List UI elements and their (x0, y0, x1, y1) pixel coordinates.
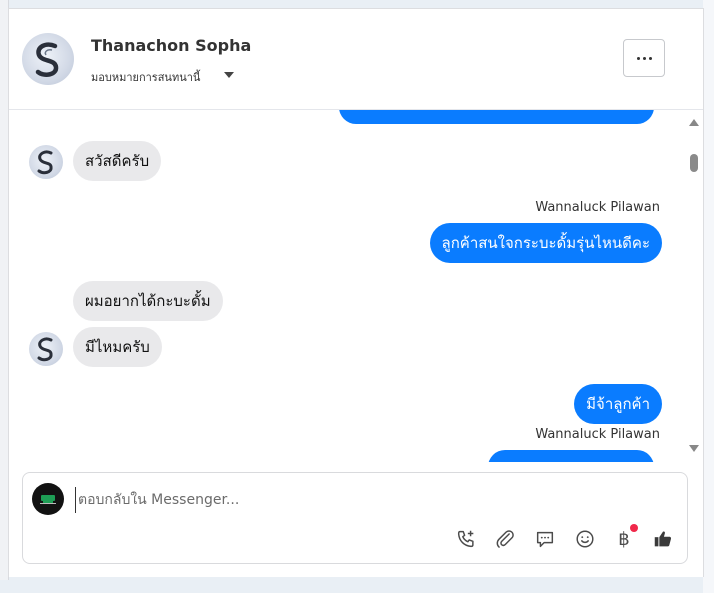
caret-down-icon[interactable] (224, 72, 234, 78)
message-bubble-outgoing: มีจ้าลูกค้า (574, 384, 662, 424)
more-options-button[interactable] (623, 39, 665, 77)
paperclip-icon[interactable] (492, 526, 518, 552)
reply-input[interactable] (75, 487, 638, 513)
chat-bubble-icon[interactable] (532, 526, 558, 552)
scroll-up-arrow-icon[interactable] (689, 119, 699, 126)
contact-avatar[interactable] (22, 33, 74, 85)
dot-icon (648, 56, 652, 60)
message-bubble-incoming: ผมอยากได้กะบะดั้ม (73, 281, 223, 321)
phone-plus-icon[interactable] (453, 526, 479, 552)
dot-icon (636, 56, 640, 60)
smiley-icon[interactable] (572, 526, 598, 552)
dot-icon (642, 56, 646, 60)
message-bubble-outgoing (339, 110, 654, 124)
conversation-header: Thanachon Sopha มอบหมายการสนทนานี้ (9, 9, 703, 110)
conversation-panel: Thanachon Sopha มอบหมายการสนทนานี้ สวัสด… (8, 8, 704, 577)
message-bubble-outgoing (488, 450, 654, 462)
baht-symbol: ฿ (618, 528, 630, 550)
message-bubble-outgoing: ลูกค้าสนใจกระบะดั้มรุ่นไหนดีคะ (429, 223, 662, 263)
scrollbar-thumb[interactable] (690, 154, 698, 172)
contact-avatar-small (29, 145, 63, 179)
contact-avatar-small (29, 332, 63, 366)
assign-conversation-label[interactable]: มอบหมายการสนทนานี้ (91, 68, 200, 86)
notification-dot (630, 524, 638, 532)
sender-name: Wannaluck Pilawan (535, 200, 660, 215)
contact-name[interactable]: Thanachon Sopha (91, 36, 251, 55)
sender-name: Wannaluck Pilawan (535, 427, 660, 442)
scroll-down-arrow-icon[interactable] (689, 445, 699, 452)
message-bubble-incoming: สวัสดีครับ (73, 141, 162, 181)
right-window-edge (703, 0, 714, 593)
thumbs-up-icon[interactable] (650, 526, 676, 552)
page-avatar (32, 483, 64, 515)
message-thread: สวัสดีครับ Wannaluck Pilawan ลูกค้าสนใจก… (9, 110, 703, 462)
reply-composer: ฿ (22, 472, 688, 564)
message-bubble-incoming: มีไหมครับ (73, 327, 162, 367)
